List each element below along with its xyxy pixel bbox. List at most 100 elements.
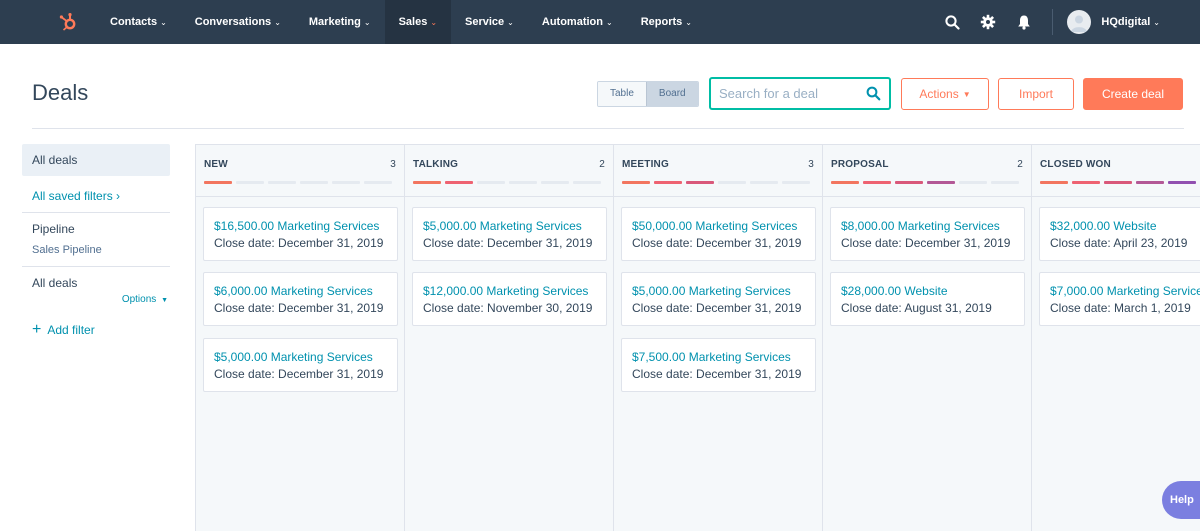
column-header: PROPOSAL 2 bbox=[823, 145, 1031, 197]
deal-card[interactable]: $7,500.00 Marketing Services Close date:… bbox=[621, 338, 816, 392]
add-filter-label: Add filter bbox=[47, 323, 95, 337]
nav-item-automation[interactable]: Automation ⌄ bbox=[528, 0, 627, 44]
nav-item-label: Contacts bbox=[110, 16, 158, 28]
view-table-button[interactable]: Table bbox=[598, 82, 646, 106]
pipeline-select[interactable]: Sales Pipeline bbox=[22, 244, 170, 256]
chevron-down-icon: ⌄ bbox=[160, 17, 167, 27]
board-column-new: NEW 3 $16,500.00 Marketing Services Close… bbox=[196, 145, 405, 531]
search-input[interactable] bbox=[719, 86, 859, 101]
deal-card-title[interactable]: $7,000.00 Marketing Services bbox=[1050, 284, 1200, 298]
deal-card-title[interactable]: $16,500.00 Marketing Services bbox=[214, 219, 397, 233]
deal-card-date: Close date: December 31, 2019 bbox=[632, 236, 802, 250]
hubspot-logo-icon[interactable] bbox=[40, 0, 96, 44]
deal-card-date: Close date: December 31, 2019 bbox=[632, 367, 802, 381]
column-header: TALKING 2 bbox=[405, 145, 613, 197]
nav-item-label: Service bbox=[465, 16, 505, 28]
nav-item-conversations[interactable]: Conversations ⌄ bbox=[181, 0, 295, 44]
chevron-down-icon: ⌄ bbox=[685, 17, 692, 27]
deal-card-title[interactable]: $6,000.00 Marketing Services bbox=[214, 284, 397, 298]
deal-card[interactable]: $50,000.00 Marketing Services Close date… bbox=[621, 207, 816, 261]
stage-progress bbox=[831, 181, 1023, 184]
view-toggle: Table Board bbox=[597, 81, 699, 107]
deal-card-date: Close date: April 23, 2019 bbox=[1050, 236, 1188, 250]
deal-card[interactable]: $8,000.00 Marketing Services Close date:… bbox=[830, 207, 1025, 261]
column-count: 2 bbox=[1017, 159, 1023, 170]
deal-card-title[interactable]: $12,000.00 Marketing Services bbox=[423, 284, 606, 298]
column-title: PROPOSAL bbox=[831, 159, 889, 170]
options-label: Options bbox=[121, 294, 157, 305]
deal-card-date: Close date: December 31, 2019 bbox=[214, 236, 384, 250]
column-count: 2 bbox=[599, 159, 605, 170]
chevron-down-icon: ⌄ bbox=[363, 17, 371, 27]
stage-progress bbox=[622, 181, 814, 184]
deal-card[interactable]: $5,000.00 Marketing Services Close date:… bbox=[412, 207, 607, 261]
avatar bbox=[1067, 10, 1092, 34]
nav-item-marketing[interactable]: Marketing ⌄ bbox=[295, 0, 385, 44]
board-column-meeting: MEETING 3 $50,000.00 Marketing Services C… bbox=[614, 145, 823, 531]
nav-item-label: Marketing bbox=[308, 16, 361, 28]
deal-card-date: Close date: November 30, 2019 bbox=[423, 301, 593, 315]
deal-card[interactable]: $12,000.00 Marketing Services Close date… bbox=[412, 272, 607, 326]
deal-card-title[interactable]: $8,000.00 Marketing Services bbox=[841, 219, 1024, 233]
view-label: All deals bbox=[32, 276, 78, 290]
nav-item-sales[interactable]: Sales ⌄ bbox=[384, 0, 452, 44]
import-button[interactable]: Import bbox=[998, 78, 1074, 110]
sidebar-item-all-deals[interactable]: All deals bbox=[22, 144, 170, 176]
deal-card-title[interactable]: $5,000.00 Marketing Services bbox=[632, 284, 815, 298]
account-menu[interactable]: HQdigital ⌄ bbox=[1067, 10, 1160, 34]
nav-right: HQdigital ⌄ bbox=[934, 0, 1200, 44]
search-icon[interactable] bbox=[866, 86, 881, 106]
chevron-down-icon: ⌄ bbox=[274, 17, 281, 27]
deal-card[interactable]: $32,000.00 Website Close date: April 23,… bbox=[1039, 207, 1200, 261]
gear-icon[interactable] bbox=[970, 0, 1006, 44]
deal-card[interactable]: $5,000.00 Marketing Services Close date:… bbox=[203, 338, 398, 392]
create-deal-button[interactable]: Create deal bbox=[1083, 78, 1183, 110]
caret-down-icon: ▼ bbox=[161, 297, 168, 304]
deal-card[interactable]: $28,000.00 Website Close date: August 31… bbox=[830, 272, 1025, 326]
column-header: MEETING 3 bbox=[614, 145, 822, 197]
column-header: NEW 3 bbox=[196, 145, 404, 197]
board-column-closed-won: CLOSED WON $32,000.00 Website Close date… bbox=[1032, 145, 1200, 531]
deal-card[interactable]: $5,000.00 Marketing Services Close date:… bbox=[621, 272, 816, 326]
deal-card-title[interactable]: $7,500.00 Marketing Services bbox=[632, 350, 815, 364]
help-button[interactable]: Help bbox=[1162, 481, 1200, 519]
deal-card-title[interactable]: $50,000.00 Marketing Services bbox=[632, 219, 815, 233]
deal-card-title[interactable]: $5,000.00 Marketing Services bbox=[214, 350, 397, 364]
deal-card[interactable]: $16,500.00 Marketing Services Close date… bbox=[203, 207, 398, 261]
nav-item-label: Automation bbox=[541, 16, 603, 28]
nav-item-reports[interactable]: Reports ⌄ bbox=[627, 0, 706, 44]
chevron-down-icon: ⌄ bbox=[430, 17, 438, 27]
deal-card-title[interactable]: $28,000.00 Website bbox=[841, 284, 1024, 298]
account-name: HQdigital bbox=[1101, 16, 1151, 28]
saved-filters-link[interactable]: All saved filters › bbox=[22, 186, 170, 206]
deal-card[interactable]: $6,000.00 Marketing Services Close date:… bbox=[203, 272, 398, 326]
sidebar-divider bbox=[22, 266, 170, 267]
column-header: CLOSED WON bbox=[1032, 145, 1200, 197]
nav-item-label: Conversations bbox=[194, 16, 272, 28]
deal-card[interactable]: $7,000.00 Marketing Services Close date:… bbox=[1039, 272, 1200, 326]
header-divider bbox=[32, 128, 1184, 129]
bell-icon[interactable] bbox=[1006, 0, 1042, 44]
stage-progress bbox=[413, 181, 605, 184]
column-title: TALKING bbox=[413, 159, 459, 170]
deal-card-title[interactable]: $5,000.00 Marketing Services bbox=[423, 219, 606, 233]
nav-divider bbox=[1052, 9, 1054, 35]
search-icon[interactable] bbox=[934, 0, 970, 44]
saved-filters-label: All saved filters bbox=[32, 189, 113, 203]
nav-item-label: Reports bbox=[640, 16, 683, 28]
nav-item-service[interactable]: Service ⌄ bbox=[451, 0, 528, 44]
view-board-button[interactable]: Board bbox=[645, 82, 698, 106]
chevron-down-icon: ⌄ bbox=[605, 17, 613, 27]
actions-button[interactable]: Actions ▼ bbox=[901, 78, 989, 110]
add-filter-button[interactable]: + Add filter bbox=[22, 322, 170, 338]
nav-item-label: Sales bbox=[398, 16, 428, 28]
deal-card-date: Close date: August 31, 2019 bbox=[841, 301, 992, 315]
pipeline-label: Pipeline bbox=[32, 222, 75, 236]
caret-down-icon: ▼ bbox=[962, 89, 971, 99]
deal-card-title[interactable]: $32,000.00 Website bbox=[1050, 219, 1200, 233]
chevron-right-icon: › bbox=[116, 189, 121, 203]
chevron-down-icon: ⌄ bbox=[507, 17, 514, 27]
options-dropdown[interactable]: Options ▼ bbox=[22, 294, 170, 305]
chevron-down-icon: ⌄ bbox=[1153, 17, 1160, 27]
nav-item-contacts[interactable]: Contacts ⌄ bbox=[96, 0, 181, 44]
